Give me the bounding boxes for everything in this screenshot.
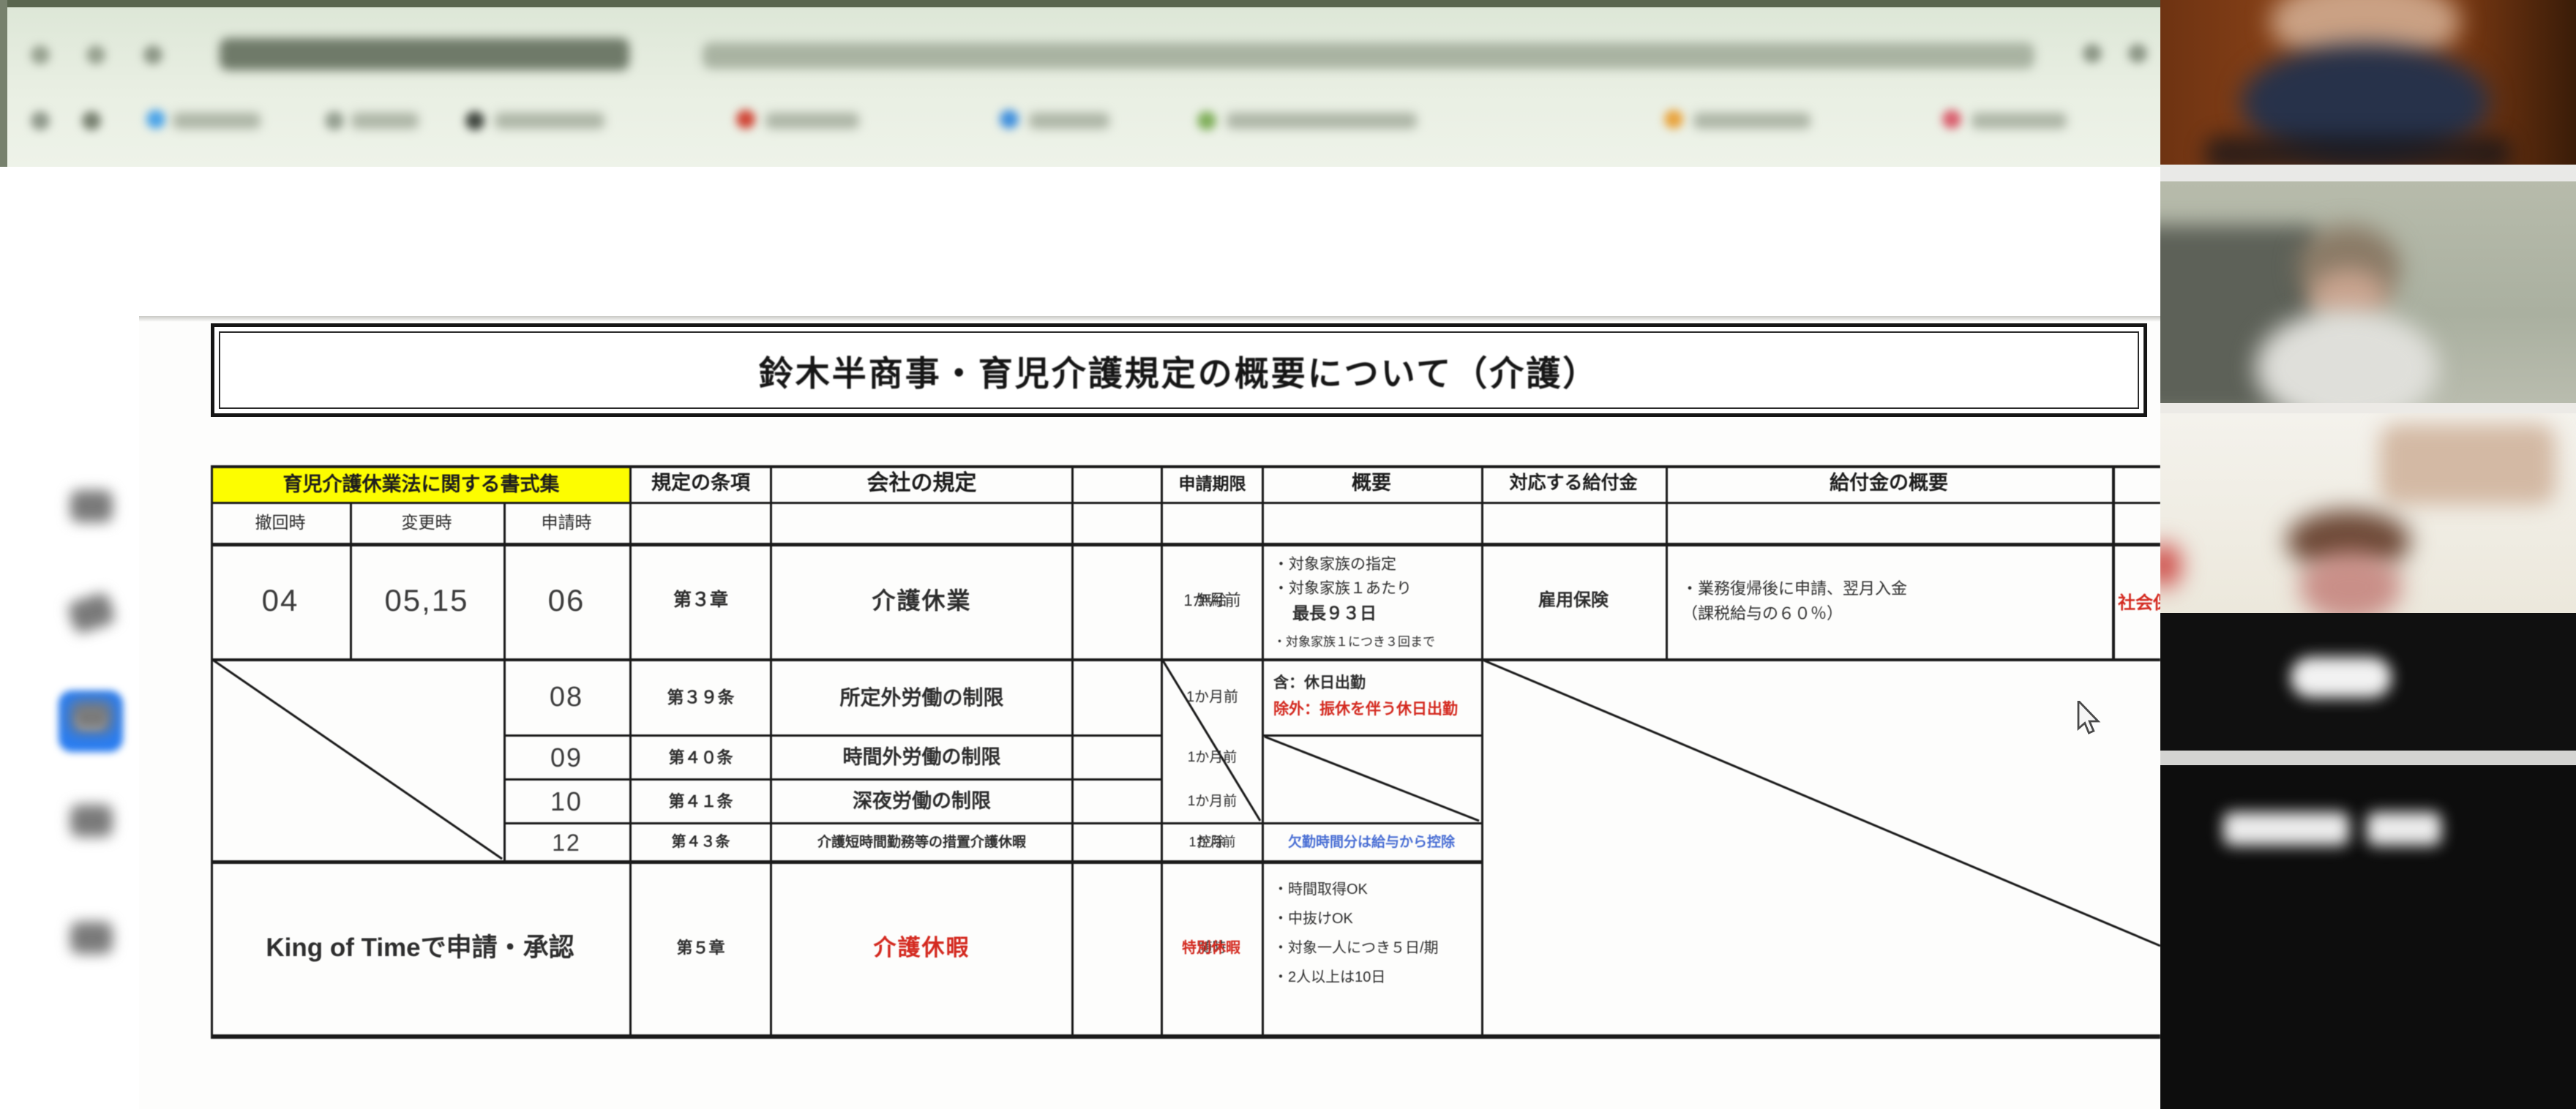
subheader-change: 変更時 xyxy=(352,504,501,541)
bookmark-favicon[interactable] xyxy=(146,110,165,129)
bookmark-favicon[interactable] xyxy=(736,110,755,129)
row6-clause: 第５章 xyxy=(632,864,770,1032)
row1-overview: ・対象家族の指定 ・対象家族１あたり 最長９３日 ・対象家族１につき３回まで xyxy=(1273,553,1475,652)
bookmark-favicon[interactable] xyxy=(82,111,101,130)
bookmark-favicon[interactable] xyxy=(1942,110,1961,129)
header-overview: 概要 xyxy=(1264,465,1479,502)
row6-left: King of Timeで申請・承認 xyxy=(213,864,627,1032)
screen: 育児介護法説明... 鈴木半商事 xyxy=(0,0,2576,1109)
bookmark-favicon[interactable] xyxy=(325,111,344,130)
row3-deadline: 1か月前 xyxy=(1163,737,1262,778)
back-icon[interactable] xyxy=(31,45,50,64)
participant-video-tile[interactable] xyxy=(2160,181,2576,403)
tools-sidebar xyxy=(0,316,141,1109)
row5-overview: 欠勤時間分は給与から控除 xyxy=(1264,824,1479,860)
row1-benefit-overview: ・業務復帰後に申請、翌月入金 （課税給与の６０％） xyxy=(1682,576,2092,626)
row2-overview: 含：休日出勤 除外：振休を伴う休日出勤 xyxy=(1273,670,1478,722)
row6-overview: ・時間取得OK ・中抜けOK ・対象一人につき５日/期 ・2人以上は10日 xyxy=(1273,875,1472,992)
bookmark-favicon[interactable] xyxy=(1000,110,1019,129)
row3-rule: 時間外労働の制限 xyxy=(772,737,1071,778)
header-forms-group: 育児介護休業法に関する書式集 xyxy=(213,468,629,502)
row1-leave-class: 無給 xyxy=(1163,545,1262,656)
row1-benefit: 雇用保険 xyxy=(1483,545,1663,656)
toolbar-shadow xyxy=(139,316,2160,322)
subheader-withdraw: 撤回時 xyxy=(213,504,348,541)
row5-rule: 介護短時間勤務等の措置介護休暇 xyxy=(772,824,1071,860)
header-benefit-overview: 給付金の概要 xyxy=(1668,465,2110,502)
row3-apply: 09 xyxy=(506,737,627,778)
document-heading-box: 鈴木半商事・育児介護規定の概要について（介護） xyxy=(211,323,2147,417)
row6-leave-class: 特別休暇 xyxy=(1161,864,1262,1032)
header-company-rule: 会社の規定 xyxy=(772,465,1071,502)
row2-clause: 第３９条 xyxy=(632,661,770,734)
sidebar-tool-icon-3[interactable] xyxy=(70,701,113,733)
address-bar-blur[interactable] xyxy=(703,42,2034,69)
row2-deadline: 1か月前 xyxy=(1163,661,1262,734)
bookmark-label-blur[interactable] xyxy=(351,113,419,129)
participant-video-tile[interactable] xyxy=(2160,613,2576,751)
row4-apply: 10 xyxy=(506,781,627,822)
extension-icon[interactable] xyxy=(2083,44,2102,63)
header-benefit: 対応する給付金 xyxy=(1483,465,1663,502)
row4-deadline: 1か月前 xyxy=(1163,781,1262,822)
participant-name-blur xyxy=(2367,812,2441,846)
row2-apply: 08 xyxy=(506,661,627,734)
bookmark-label-blur[interactable] xyxy=(173,113,261,129)
tile-divider xyxy=(2160,165,2576,181)
row1-change: 05,15 xyxy=(352,545,501,656)
sidebar-tool-icon-4[interactable] xyxy=(70,805,113,837)
red-object xyxy=(2160,544,2181,587)
forward-icon[interactable] xyxy=(86,45,105,64)
sidebar-tool-icon-1[interactable] xyxy=(70,490,113,522)
row3-clause: 第４０条 xyxy=(632,737,770,778)
room-furniture xyxy=(2380,424,2556,505)
tile-divider xyxy=(2160,403,2576,413)
tile-divider xyxy=(2160,751,2576,765)
bookmark-favicon[interactable] xyxy=(1197,111,1216,130)
participant-video-tile[interactable] xyxy=(2160,765,2576,1109)
sidebar-tool-icon-2[interactable] xyxy=(67,591,117,635)
row5-apply: 12 xyxy=(506,824,627,860)
subheader-apply: 申請時 xyxy=(506,504,627,541)
participant-name-blur xyxy=(2291,657,2392,698)
bookmark-label-blur[interactable] xyxy=(1029,113,1109,129)
row4-rule: 深夜労働の制限 xyxy=(772,781,1071,822)
row6-rule: 介護休暇 xyxy=(772,864,1071,1032)
refresh-icon[interactable] xyxy=(143,45,162,64)
row5-leave-class: 控除 xyxy=(1161,824,1262,860)
bookmark-favicon[interactable] xyxy=(1664,110,1683,129)
row1-withdraw: 04 xyxy=(213,545,348,656)
bookmark-label-blur[interactable] xyxy=(1972,113,2067,129)
tab-title-blur[interactable] xyxy=(220,38,629,70)
sidebar-tool-icon-5[interactable] xyxy=(70,922,113,954)
participant-video-tile[interactable] xyxy=(2160,413,2576,613)
regulation-table: 育児介護休業法に関する書式集 規定の条項 会社の規定 申請期限 概要 対応する給… xyxy=(211,465,2160,1039)
bookmark-favicon[interactable] xyxy=(31,111,50,130)
header-clause: 規定の条項 xyxy=(632,465,770,502)
bookmark-label-blur[interactable] xyxy=(495,113,604,129)
document-area[interactable]: 鈴木半商事・育児介護規定の概要について（介護） xyxy=(139,316,2160,1109)
bookmark-label-blur[interactable] xyxy=(765,113,859,129)
window-left-edge xyxy=(0,0,7,167)
participant-video-tile[interactable] xyxy=(2160,0,2576,165)
row5-clause: 第４３条 xyxy=(632,824,770,860)
bookmark-favicon[interactable] xyxy=(465,111,484,130)
meeting-panel xyxy=(2160,0,2576,1109)
row1-rule: 介護休業 xyxy=(772,545,1071,656)
profile-icon[interactable] xyxy=(2128,44,2147,63)
header-deadline: 申請期限 xyxy=(1163,465,1262,502)
participant-name-blur xyxy=(2204,135,2512,165)
row4-clause: 第４１条 xyxy=(632,781,770,822)
row2-rule: 所定外労働の制限 xyxy=(772,661,1071,734)
row1-clause: 第３章 xyxy=(632,545,770,656)
bookmark-label-blur[interactable] xyxy=(1227,113,1417,129)
participant-name-blur xyxy=(2223,812,2349,846)
mouse-cursor xyxy=(2077,701,2106,736)
page-title: 鈴木半商事・育児介護規定の概要について（介護） xyxy=(759,345,1600,396)
bookmark-label-blur[interactable] xyxy=(1693,113,1811,129)
row1-apply: 06 xyxy=(506,545,627,656)
